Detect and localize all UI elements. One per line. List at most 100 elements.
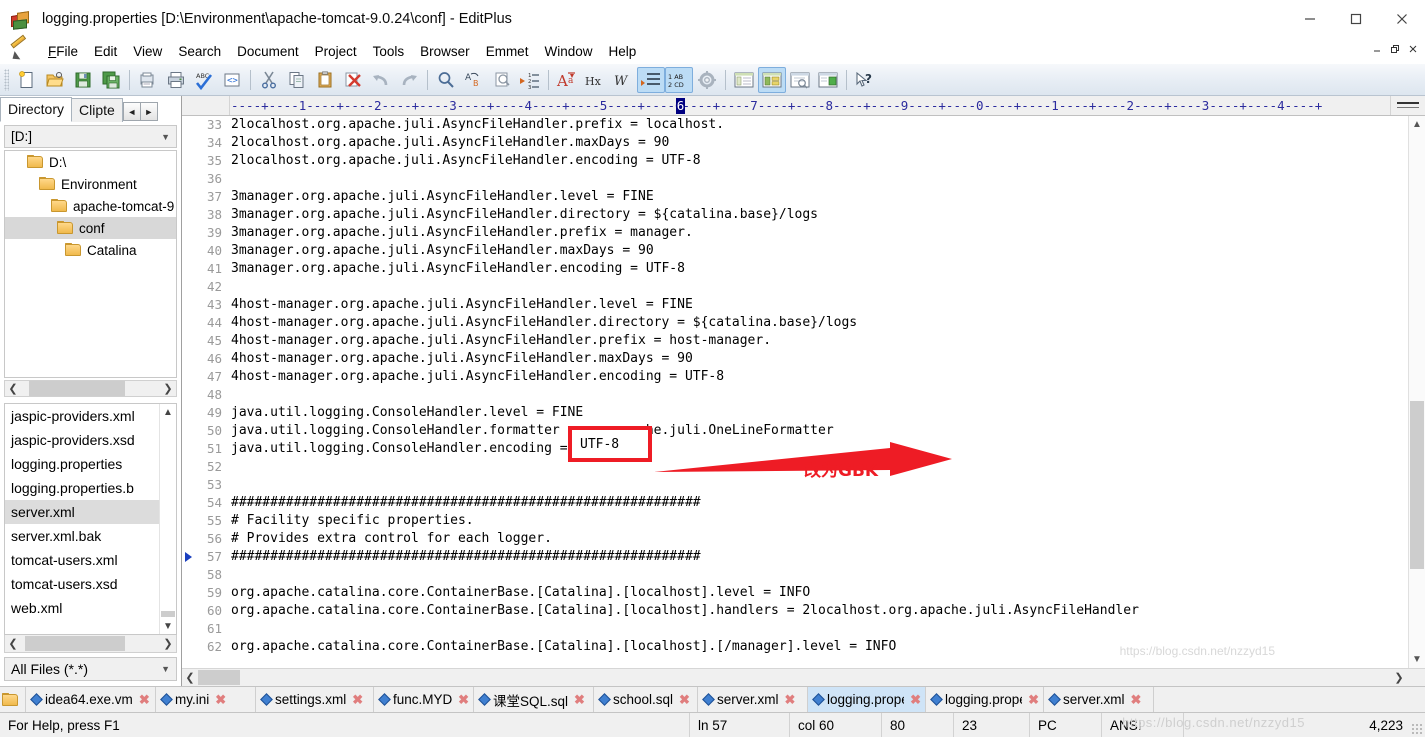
code-line[interactable]: 48 [182, 386, 1408, 404]
editor-horizontal-scrollbar[interactable]: ❮ ❯ [182, 668, 1425, 686]
code-line[interactable]: 50 java.util.logging.ConsoleHandler.forma… [182, 422, 1408, 440]
file-list-scroll-thumb[interactable] [161, 611, 175, 617]
menu-view[interactable]: View [125, 41, 170, 62]
menu-file[interactable]: FFile [40, 41, 86, 62]
new-file-icon[interactable] [13, 67, 41, 93]
scroll-right-icon[interactable]: ❯ [160, 636, 176, 651]
file-list-horizontal-scrollbar[interactable]: ❮ ❯ [4, 635, 177, 653]
find-in-files-icon[interactable] [488, 67, 516, 93]
list-item[interactable]: tomcat-users.xsd [5, 572, 176, 596]
close-icon[interactable]: ✖ [910, 692, 921, 708]
file-scroll-track[interactable] [21, 636, 160, 651]
menu-search[interactable]: Search [170, 41, 229, 62]
scroll-right-icon[interactable]: ❯ [160, 381, 176, 396]
close-icon[interactable]: ✖ [215, 692, 226, 708]
split-window-icon[interactable] [758, 66, 786, 93]
code-line[interactable]: 54 ######################################… [182, 494, 1408, 512]
view-source-icon[interactable]: <> [218, 67, 246, 93]
close-icon[interactable]: ✖ [679, 692, 690, 708]
list-item-selected[interactable]: server.xml [5, 500, 176, 524]
code-line[interactable]: 40 3manager.org.apache.juli.AsyncFileHand… [182, 242, 1408, 260]
tab-scroll-right-icon[interactable]: ► [139, 102, 158, 121]
tree-item-d-drive[interactable]: D:\ [5, 151, 176, 173]
tab-scroll-left-icon[interactable]: ◄ [122, 102, 141, 121]
document-tab[interactable]: my.ini ✖ [156, 687, 256, 712]
minimize-button[interactable] [1287, 0, 1333, 38]
tree-item-conf[interactable]: conf [5, 217, 176, 239]
code-line[interactable]: 44 4host-manager.org.apache.juli.AsyncFil… [182, 314, 1408, 332]
editor-scroll-thumb[interactable] [1410, 401, 1424, 569]
code-line[interactable]: 55 # Facility specific properties. [182, 512, 1408, 530]
close-button[interactable] [1379, 0, 1425, 38]
list-item[interactable]: web.xml [5, 596, 176, 620]
browser-window-icon[interactable] [814, 67, 842, 93]
mdi-restore-button[interactable] [1386, 40, 1403, 57]
undo-icon[interactable] [367, 67, 395, 93]
document-tab[interactable]: func.MYD ✖ [374, 687, 474, 712]
code-line[interactable]: 41 3manager.org.apache.juli.AsyncFileHand… [182, 260, 1408, 278]
scroll-right-icon[interactable]: ❯ [1391, 670, 1407, 685]
menu-help[interactable]: Help [600, 41, 644, 62]
save-all-icon[interactable] [97, 67, 125, 93]
code-line[interactable]: 43 4host-manager.org.apache.juli.AsyncFil… [182, 296, 1408, 314]
save-icon[interactable] [69, 67, 97, 93]
document-tab-selected[interactable]: logging.prope ✖ [808, 687, 926, 712]
replace-icon[interactable]: AB [460, 67, 488, 93]
preferences-icon[interactable] [693, 67, 721, 93]
close-icon[interactable]: ✖ [458, 692, 469, 708]
spell-check-icon[interactable]: ABC [190, 67, 218, 93]
code-line[interactable]: 46 4host-manager.org.apache.juli.AsyncFil… [182, 350, 1408, 368]
context-help-icon[interactable]: ? [851, 67, 879, 93]
menu-document[interactable]: Document [229, 41, 307, 62]
menu-emmet[interactable]: Emmet [478, 41, 537, 62]
list-item[interactable]: tomcat-users.xml [5, 548, 176, 572]
menu-project[interactable]: Project [307, 41, 365, 62]
file-list-vertical-scrollbar[interactable]: ▲ ▼ [159, 404, 176, 634]
scroll-left-icon[interactable]: ❮ [182, 670, 198, 685]
file-filter-select[interactable]: All Files (*.*) ▼ [4, 657, 177, 681]
code-line[interactable]: 61 [182, 620, 1408, 638]
document-tab[interactable]: server.xml ✖ [698, 687, 808, 712]
delete-icon[interactable] [339, 67, 367, 93]
code-line[interactable]: 33 2localhost.org.apache.juli.AsyncFileHa… [182, 116, 1408, 134]
preview-window-icon[interactable] [786, 67, 814, 93]
close-icon[interactable]: ✖ [1028, 692, 1039, 708]
tree-item-environment[interactable]: Environment [5, 173, 176, 195]
open-file-icon[interactable] [41, 67, 69, 93]
list-item[interactable]: server.xml.bak [5, 524, 176, 548]
file-scroll-thumb[interactable] [25, 636, 125, 651]
mdi-close-button[interactable] [1404, 40, 1421, 57]
code-line[interactable]: 38 3manager.org.apache.juli.AsyncFileHand… [182, 206, 1408, 224]
list-item[interactable]: logging.properties.b [5, 476, 176, 500]
scroll-up-icon[interactable]: ▲ [1409, 116, 1425, 133]
scroll-down-icon[interactable]: ▼ [1409, 651, 1425, 668]
close-icon[interactable]: ✖ [785, 692, 796, 708]
menu-window[interactable]: Window [536, 41, 600, 62]
menu-browser[interactable]: Browser [412, 41, 478, 62]
editor-scroll-track[interactable] [198, 670, 1391, 685]
code-line[interactable]: 60 org.apache.catalina.core.ContainerBase… [182, 602, 1408, 620]
tabstrip-folder-icon[interactable] [0, 687, 26, 712]
font-icon[interactable]: Aa [553, 67, 581, 93]
code-line[interactable]: 37 3manager.org.apache.juli.AsyncFileHand… [182, 188, 1408, 206]
code-line[interactable]: 57 ######################################… [182, 548, 1408, 566]
print-icon[interactable] [162, 67, 190, 93]
code-line[interactable]: 34 2localhost.org.apache.juli.AsyncFileHa… [182, 134, 1408, 152]
scroll-up-icon[interactable]: ▲ [160, 404, 176, 420]
menu-tools[interactable]: Tools [365, 41, 413, 62]
close-icon[interactable]: ✖ [139, 692, 150, 708]
line-numbers-icon[interactable]: 1 AB 2 CD [665, 66, 693, 93]
redo-icon[interactable] [395, 67, 423, 93]
toolbar-grip[interactable] [4, 68, 9, 91]
document-tab[interactable]: server.xml ✖ [1044, 687, 1154, 712]
hex-view-icon[interactable]: Hx [581, 67, 609, 93]
code-line[interactable]: 45 4host-manager.org.apache.juli.AsyncFil… [182, 332, 1408, 350]
close-icon[interactable]: ✖ [352, 692, 363, 708]
document-tab[interactable]: school.sql ✖ [594, 687, 698, 712]
code-line[interactable]: 36 [182, 170, 1408, 188]
document-tab[interactable]: logging.prope ✖ [926, 687, 1044, 712]
document-tab[interactable]: 课堂SQL.sql ✖ [474, 687, 594, 712]
code-area[interactable]: 33 2localhost.org.apache.juli.AsyncFileHa… [182, 116, 1408, 668]
editor-hscroll-thumb[interactable] [198, 670, 240, 685]
sidebar-tab-cliptext[interactable]: Clipte [71, 98, 123, 122]
